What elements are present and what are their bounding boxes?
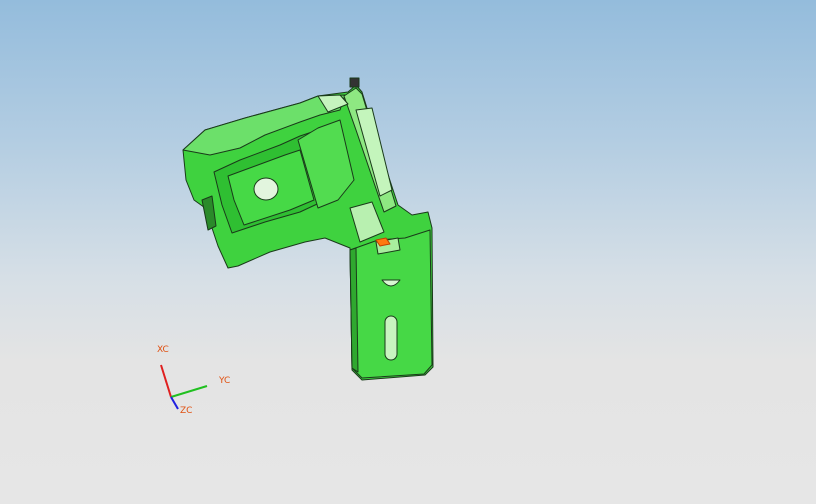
yc-axis-line (170, 385, 208, 398)
bracket-plate-slot (384, 315, 398, 361)
model-canvas[interactable]: XC YC ZC (0, 0, 816, 504)
xc-axis-line (160, 364, 172, 398)
bracket-top-pin (349, 77, 360, 88)
bracket-part[interactable] (182, 77, 434, 381)
xc-label: XC (157, 345, 169, 355)
bracket-plate-edge (349, 247, 359, 373)
coordinate-triad: XC YC ZC (157, 345, 230, 416)
graphics-viewport[interactable]: XC YC ZC (0, 0, 816, 504)
zc-label: ZC (180, 406, 192, 416)
zc-axis-line (170, 396, 179, 410)
bracket-round-hole (253, 177, 279, 201)
yc-label: YC (218, 376, 230, 386)
